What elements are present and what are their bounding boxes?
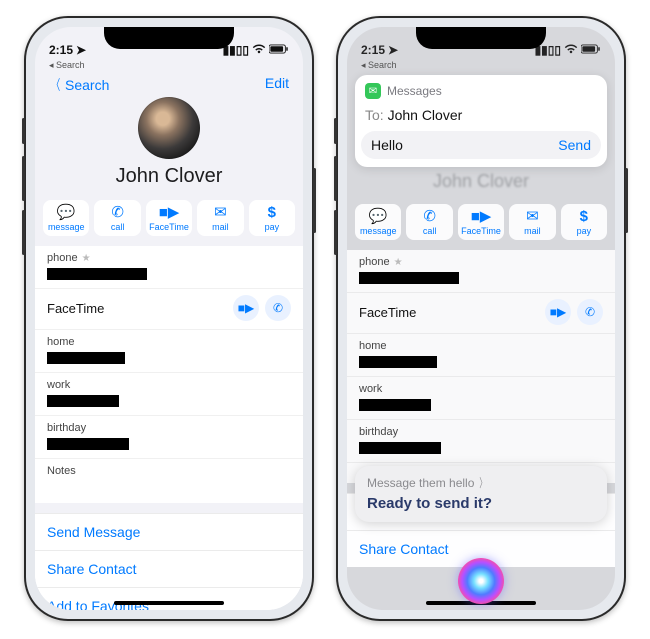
phone-right: 2:15 ➤ ▮▮▯▯ ◂ Search ✉ Messages To:: [336, 16, 626, 621]
send-button[interactable]: Send: [558, 137, 591, 153]
message-icon: 💬: [369, 209, 388, 224]
video-icon: ■▶: [159, 205, 180, 220]
redacted-value: [359, 442, 441, 454]
wifi-icon: [564, 43, 578, 57]
phone-icon: ✆: [111, 205, 124, 220]
facetime-audio-button[interactable]: ✆: [265, 295, 291, 321]
action-row: 💬 message ✆ call ■▶ FaceTime ✉ mail $ pa…: [35, 194, 303, 246]
pay-icon: $: [580, 209, 588, 224]
compose-to[interactable]: To: John Clover: [355, 103, 607, 131]
action-pay[interactable]: $ pay: [249, 200, 295, 236]
action-facetime[interactable]: ■▶ FaceTime: [458, 204, 504, 240]
redacted-value: [359, 272, 459, 284]
messages-app-label: Messages: [387, 84, 442, 98]
siri-card[interactable]: Message them hello 〉 Ready to send it?: [355, 466, 607, 522]
video-icon: ■▶: [550, 305, 566, 319]
action-call[interactable]: ✆ call: [406, 204, 452, 240]
redacted-value: [47, 395, 119, 407]
notch: [416, 27, 546, 49]
field-facetime: FaceTime ■▶ ✆: [35, 288, 303, 329]
navbar: 〈 Search Edit: [35, 71, 303, 95]
message-icon: 💬: [57, 205, 76, 220]
home-indicator[interactable]: [114, 601, 224, 605]
redacted-value: [359, 356, 437, 368]
field-birthday[interactable]: birthday: [347, 419, 615, 462]
chevron-left-icon: 〈: [52, 75, 60, 95]
messages-app-icon: ✉: [365, 83, 381, 99]
phone-icon: ✆: [423, 209, 436, 224]
video-icon: ■▶: [238, 301, 254, 315]
redacted-value: [47, 268, 147, 280]
action-row: 💬 message ✆ call ■▶ FaceTime ✉ mail $ pa…: [347, 198, 615, 250]
chevron-right-icon: 〉: [480, 474, 487, 491]
redacted-value: [47, 352, 125, 364]
field-notes[interactable]: Notes: [35, 458, 303, 503]
redacted-value: [359, 399, 431, 411]
phone-icon: ✆: [273, 301, 283, 315]
siri-subtext: Message them hello: [367, 476, 474, 490]
field-work[interactable]: work: [35, 372, 303, 415]
phone-icon: ✆: [585, 305, 595, 319]
field-birthday[interactable]: birthday: [35, 415, 303, 458]
facetime-video-button[interactable]: ■▶: [545, 299, 571, 325]
field-phone[interactable]: phone★: [35, 246, 303, 288]
messages-compose-card: ✉ Messages To: John Clover Hello Send: [355, 75, 607, 167]
nav-back[interactable]: 〈 Search: [49, 75, 109, 95]
video-icon: ■▶: [471, 209, 492, 224]
field-phone[interactable]: phone★: [347, 250, 615, 292]
wifi-icon: [252, 43, 266, 57]
status-time: 2:15: [361, 43, 385, 57]
action-message[interactable]: 💬 message: [43, 200, 89, 236]
link-add-favorites[interactable]: Add to Favorites: [35, 587, 303, 610]
location-icon: ➤: [388, 43, 398, 57]
action-message[interactable]: 💬 message: [355, 204, 401, 240]
compose-to-name: John Clover: [388, 107, 463, 123]
star-icon: ★: [394, 257, 403, 268]
phone-left: 2:15 ➤ ▮▮▯▯ ◂ Search 〈 Search Edit: [24, 16, 314, 621]
star-icon: ★: [82, 253, 91, 264]
contact-name: John Clover: [116, 165, 223, 188]
battery-icon: [269, 43, 289, 57]
action-mail[interactable]: ✉ mail: [509, 204, 555, 240]
field-work[interactable]: work: [347, 376, 615, 419]
redacted-value: [47, 438, 129, 450]
status-time: 2:15: [49, 43, 73, 57]
siri-prompt: Ready to send it?: [367, 495, 595, 512]
contact-name-dim: John Clover: [347, 171, 615, 198]
mail-icon: ✉: [526, 209, 539, 224]
link-send-message[interactable]: Send Message: [35, 513, 303, 550]
back-to-app[interactable]: ◂ Search: [35, 59, 303, 71]
mail-icon: ✉: [214, 205, 227, 220]
facetime-video-button[interactable]: ■▶: [233, 295, 259, 321]
field-home[interactable]: home: [347, 333, 615, 376]
action-pay[interactable]: $ pay: [561, 204, 607, 240]
action-facetime[interactable]: ■▶ FaceTime: [146, 200, 192, 236]
avatar[interactable]: [138, 97, 200, 159]
action-call[interactable]: ✆ call: [94, 200, 140, 236]
nav-edit[interactable]: Edit: [265, 75, 289, 95]
back-to-app[interactable]: ◂ Search: [347, 59, 615, 71]
pay-icon: $: [268, 205, 276, 220]
facetime-audio-button[interactable]: ✆: [577, 299, 603, 325]
action-mail[interactable]: ✉ mail: [197, 200, 243, 236]
siri-orb[interactable]: [458, 558, 504, 604]
nav-back-label: Search: [65, 77, 109, 93]
location-icon: ➤: [76, 43, 86, 57]
notch: [104, 27, 234, 49]
compose-input[interactable]: Hello Send: [361, 131, 601, 159]
field-facetime: FaceTime ■▶ ✆: [347, 292, 615, 333]
battery-icon: [581, 43, 601, 57]
field-home[interactable]: home: [35, 329, 303, 372]
link-share-contact[interactable]: Share Contact: [35, 550, 303, 587]
compose-body: Hello: [371, 137, 558, 153]
